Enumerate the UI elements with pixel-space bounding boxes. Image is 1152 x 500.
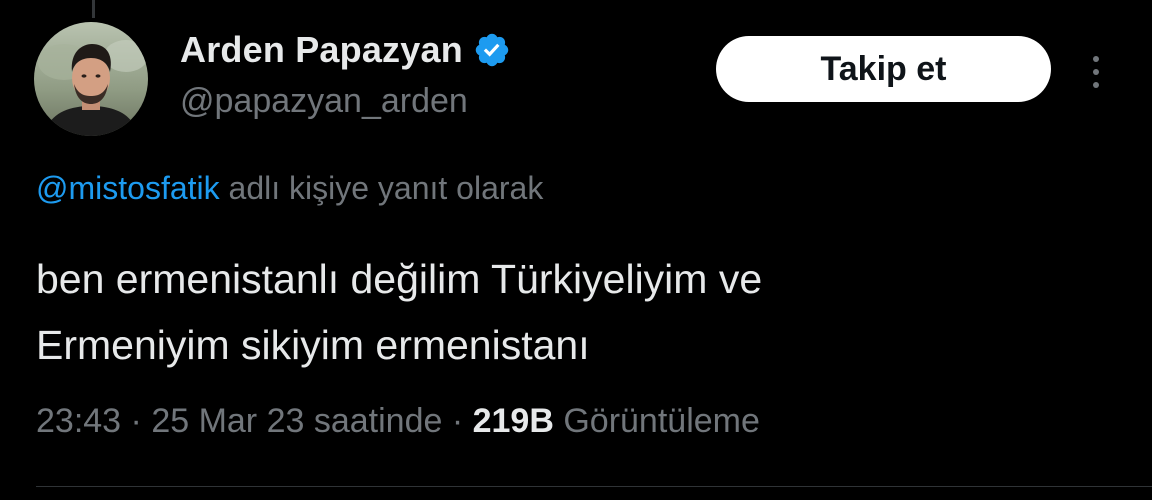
avatar-photo: [34, 22, 148, 136]
more-dot: [1093, 69, 1099, 75]
tweet-date-link[interactable]: 25 Mar 23 saatinde: [151, 402, 442, 440]
views-count[interactable]: 219B: [473, 402, 554, 440]
author-handle[interactable]: @papazyan_arden: [180, 82, 468, 121]
tweet-meta: 23:43 · 25 Mar 23 saatinde · 219B Görünt…: [36, 402, 760, 441]
verified-badge-icon[interactable]: [473, 31, 511, 69]
more-options-icon[interactable]: [1082, 48, 1110, 96]
avatar[interactable]: [34, 22, 148, 136]
thread-connector-line: [92, 0, 95, 18]
tweet-time-link[interactable]: 23:43: [36, 402, 121, 440]
views-label: Görüntüleme: [553, 402, 760, 440]
reply-mention-link[interactable]: @mistosfatik: [36, 170, 220, 206]
tweet-text-line: Ermeniyim sikiyim ermenistanı: [36, 322, 590, 368]
author-name-row[interactable]: Arden Papazyan: [180, 28, 511, 72]
tweet-text: ben ermenistanlı değilim Türkiyeliyim ve…: [36, 246, 1126, 378]
tweet-text-line: ben ermenistanlı değilim Türkiyeliyim ve: [36, 256, 763, 302]
follow-button[interactable]: Takip et: [716, 36, 1051, 102]
author-display-name[interactable]: Arden Papazyan: [180, 29, 463, 71]
meta-separator: ·: [442, 402, 473, 440]
more-dot: [1093, 82, 1099, 88]
divider: [36, 486, 1152, 487]
more-dot: [1093, 56, 1099, 62]
reply-context: @mistosfatik adlı kişiye yanıt olarak: [36, 170, 543, 207]
reply-context-suffix: adlı kişiye yanıt olarak: [219, 170, 544, 206]
meta-separator: ·: [121, 402, 152, 440]
